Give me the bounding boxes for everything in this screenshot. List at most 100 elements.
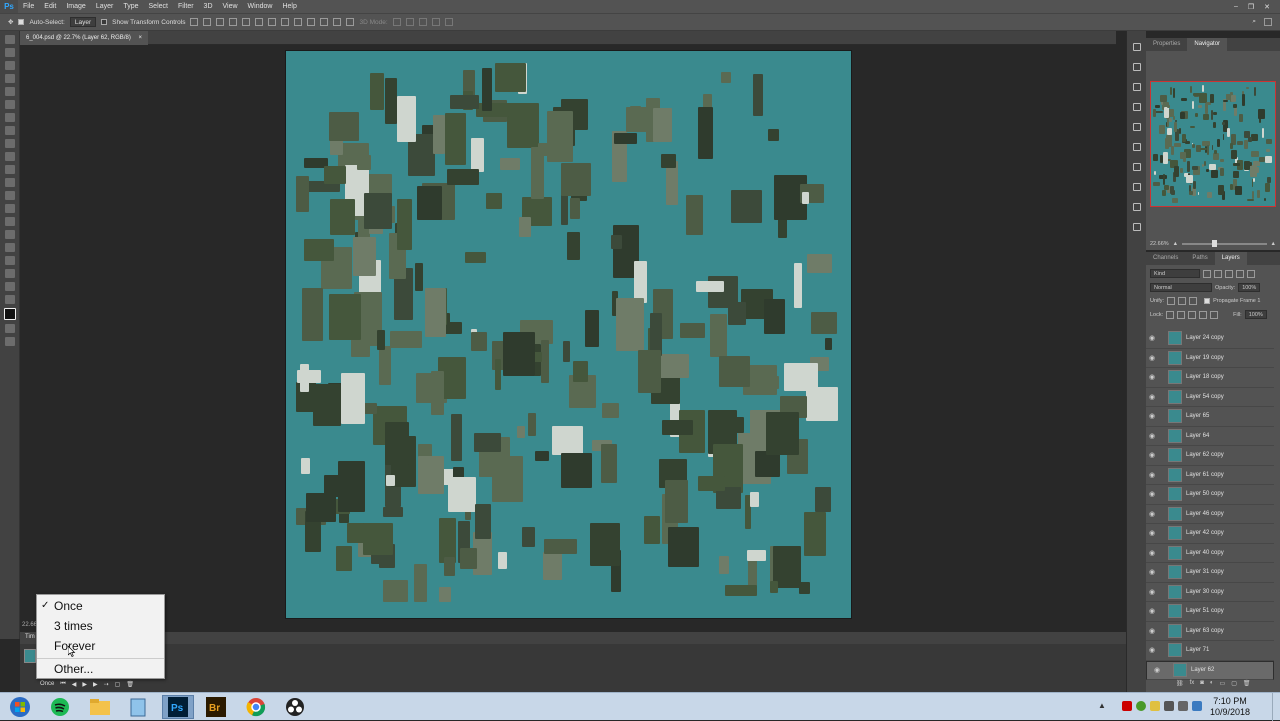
layer-style-icon[interactable]: fx <box>1190 680 1195 687</box>
lock-position-icon[interactable] <box>1188 310 1197 319</box>
layer-row[interactable]: ◉ Layer 54 copy <box>1146 388 1274 407</box>
notepad-icon[interactable] <box>122 695 154 719</box>
unify-position-icon[interactable] <box>1167 297 1176 305</box>
tray-app-icon[interactable] <box>1122 701 1132 711</box>
visibility-eye-icon[interactable]: ◉ <box>1146 510 1158 518</box>
menu-item-3-times[interactable]: 3 times <box>37 616 164 636</box>
duplicate-frame-icon[interactable]: ▢ <box>115 681 121 688</box>
info-icon[interactable] <box>1132 83 1141 91</box>
adjustment-layer-icon[interactable]: ◐ <box>1210 680 1214 687</box>
play-icon[interactable]: ▶ <box>82 681 87 688</box>
workspace-icon[interactable] <box>1264 18 1272 26</box>
unify-style-icon[interactable] <box>1189 297 1198 305</box>
layer-name[interactable]: Layer 71 <box>1186 647 1209 653</box>
layer-row[interactable]: ◉ Layer 18 copy <box>1146 368 1274 388</box>
clone-source-icon[interactable] <box>1132 203 1141 211</box>
align-top-icon[interactable] <box>190 18 199 26</box>
layer-row[interactable]: ◉ Layer 42 copy <box>1146 524 1274 544</box>
lasso-tool-icon[interactable] <box>4 61 15 70</box>
3d-rotate-icon[interactable] <box>392 18 401 26</box>
layer-name[interactable]: Layer 50 copy <box>1186 491 1224 497</box>
menu-3d[interactable]: 3D <box>199 3 218 10</box>
layer-row[interactable]: ◉ Layer 64 <box>1146 427 1274 446</box>
dodge-tool-icon[interactable] <box>4 204 15 213</box>
layer-row[interactable]: ◉ Layer 40 copy <box>1146 544 1274 563</box>
minimize-icon[interactable]: – <box>1234 3 1238 11</box>
menu-type[interactable]: Type <box>118 3 143 10</box>
distribute-top-icon[interactable] <box>268 18 277 26</box>
tools-presets-icon[interactable] <box>1132 223 1141 231</box>
eyedropper-tool-icon[interactable] <box>4 100 15 109</box>
visibility-eye-icon[interactable]: ◉ <box>1146 373 1158 381</box>
menu-edit[interactable]: Edit <box>39 3 61 10</box>
bridge-icon[interactable]: Br <box>200 695 232 719</box>
spotify-icon[interactable] <box>44 695 76 719</box>
auto-align-icon[interactable] <box>346 18 355 26</box>
visibility-eye-icon[interactable]: ◉ <box>1146 549 1158 557</box>
menu-layer[interactable]: Layer <box>91 3 119 10</box>
visibility-eye-icon[interactable]: ◉ <box>1146 490 1158 498</box>
visibility-eye-icon[interactable]: ◉ <box>1146 432 1158 440</box>
add-mask-icon[interactable]: ◙ <box>1200 680 1204 687</box>
layer-name[interactable]: Layer 30 copy <box>1186 589 1224 595</box>
layer-row[interactable]: ◉ Layer 19 copy <box>1146 349 1274 368</box>
filter-smart-icon[interactable] <box>1247 269 1255 278</box>
layer-name[interactable]: Layer 18 copy <box>1186 374 1224 380</box>
marquee-tool-icon[interactable] <box>4 48 15 57</box>
visibility-eye-icon[interactable]: ◉ <box>1146 334 1158 342</box>
layer-name[interactable]: Layer 64 <box>1186 433 1209 439</box>
menu-file[interactable]: File <box>18 3 39 10</box>
layer-name[interactable]: Layer 62 <box>1191 666 1214 675</box>
tween-icon[interactable]: ⇢ <box>104 681 109 688</box>
tab-layers[interactable]: Layers <box>1214 252 1247 265</box>
layer-row[interactable]: ◉ Layer 62 <box>1146 660 1274 680</box>
layer-name[interactable]: Layer 61 copy <box>1186 472 1224 478</box>
layer-row[interactable]: ◉ Layer 51 copy <box>1146 602 1274 622</box>
history-icon[interactable] <box>1132 43 1141 51</box>
layer-name[interactable]: Layer 40 copy <box>1186 550 1224 556</box>
visibility-eye-icon[interactable]: ◉ <box>1146 627 1158 635</box>
zoom-tool-icon[interactable] <box>4 282 15 291</box>
fill-field[interactable]: 100% <box>1244 310 1267 319</box>
volume-icon[interactable] <box>1178 701 1188 711</box>
gradient-tool-icon[interactable] <box>4 178 15 187</box>
propagate-frame-checkbox[interactable] <box>1204 298 1211 304</box>
crop-tool-icon[interactable] <box>4 87 15 96</box>
healing-tool-icon[interactable] <box>4 113 15 122</box>
layer-name[interactable]: Layer 31 copy <box>1186 569 1224 575</box>
layer-row[interactable]: ◉ Layer 63 copy <box>1146 622 1274 641</box>
filter-shape-icon[interactable] <box>1236 269 1244 278</box>
visibility-eye-icon[interactable]: ◉ <box>1146 412 1158 420</box>
visibility-eye-icon[interactable]: ◉ <box>1146 607 1158 615</box>
menu-filter[interactable]: Filter <box>173 3 199 10</box>
more-tools-icon[interactable] <box>4 295 15 304</box>
move-tool-icon[interactable] <box>4 35 15 44</box>
lock-transparency-icon[interactable] <box>1166 310 1175 319</box>
zoom-in-icon[interactable]: ▲ <box>1271 241 1276 247</box>
type-tool-icon[interactable] <box>4 230 15 239</box>
layer-name[interactable]: Layer 19 copy <box>1186 355 1224 361</box>
visibility-eye-icon[interactable]: ◉ <box>1146 529 1158 537</box>
filter-type-icon[interactable] <box>1225 269 1233 278</box>
3d-pan-icon[interactable] <box>418 18 427 26</box>
layer-name[interactable]: Layer 63 copy <box>1186 628 1224 634</box>
layer-row[interactable]: ◉ Layer 71 <box>1146 641 1274 661</box>
distribute-left-icon[interactable] <box>307 18 316 26</box>
loop-dropdown[interactable]: Once <box>40 681 54 688</box>
distribute-bottom-icon[interactable] <box>294 18 303 26</box>
histogram-icon[interactable] <box>1132 103 1141 111</box>
3d-icon[interactable] <box>1132 163 1141 171</box>
link-layers-icon[interactable]: ⛓ <box>1176 680 1184 687</box>
tray-folder-icon[interactable] <box>1150 701 1160 711</box>
actions-play-icon[interactable] <box>1132 63 1141 71</box>
paragraph-icon[interactable] <box>1132 143 1141 151</box>
document-tab[interactable]: 6_004.psd @ 22.7% (Layer 62, RGB/8) × <box>20 31 149 45</box>
brush-tool-icon[interactable] <box>4 126 15 135</box>
delete-frame-icon[interactable]: 🗑 <box>126 681 134 688</box>
layer-row[interactable]: ◉ Layer 30 copy <box>1146 583 1274 602</box>
eraser-tool-icon[interactable] <box>4 165 15 174</box>
history-brush-tool-icon[interactable] <box>4 152 15 161</box>
magic-wand-tool-icon[interactable] <box>4 74 15 83</box>
navigator-preview[interactable] <box>1150 81 1276 207</box>
visibility-eye-icon[interactable]: ◉ <box>1146 451 1158 459</box>
